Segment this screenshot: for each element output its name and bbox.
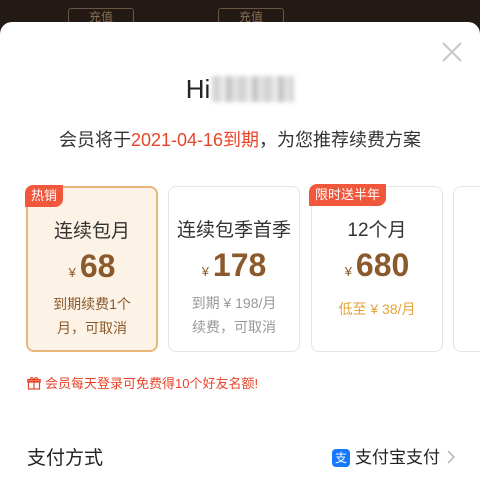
plan-name: 12个月 [347, 220, 407, 241]
plan-price: ¥178 [169, 247, 299, 284]
price-value: 178 [212, 247, 267, 283]
currency-symbol: ¥ [201, 264, 209, 279]
promo-notice: 会员每天登录可免费得10个好友名额! [27, 373, 258, 392]
expiry-date: 2021-04-16到期 [130, 130, 260, 150]
plan-description: 到期续费1个 月，可取消 [38, 292, 146, 340]
desc-line: 到期 ¥ 198/月 [191, 295, 277, 311]
greeting-text: Hi [185, 74, 211, 104]
limited-offer-badge: 限时送半年 [309, 184, 387, 206]
plan-name: 连续包季首季 [176, 220, 291, 241]
price-value: 68 [79, 248, 116, 284]
expiry-suffix: ，为您推荐续费方案 [259, 130, 422, 150]
plan-card-monthly[interactable]: 热销 连续包月 ¥68 到期续费1个 月，可取消 [25, 185, 158, 352]
alipay-icon: 支 [332, 449, 350, 467]
desc-line: 到期续费1个 [53, 296, 131, 312]
chevron-right-icon [447, 450, 456, 464]
plan-card-quarterly[interactable]: 连续包季首季 ¥178 到期 ¥ 198/月 续费，可取消 [168, 186, 300, 352]
plan-name: 连续包月 [53, 221, 130, 242]
payment-method-label: 支付方式 [27, 448, 104, 469]
expiry-prefix: 会员将于 [58, 130, 131, 150]
plan-description: 低至 ¥ 38/月 [322, 297, 432, 321]
hot-badge: 热销 [25, 185, 64, 207]
expiry-notice: 会员将于2021-04-16到期，为您推荐续费方案 [0, 126, 480, 152]
greeting: Hi [0, 74, 480, 105]
desc-line: 月，可取消 [57, 320, 127, 336]
renewal-sheet: Hi 会员将于2021-04-16到期，为您推荐续费方案 热销 连续包月 ¥68… [0, 22, 480, 492]
currency-symbol: ¥ [68, 265, 76, 280]
payment-method-selector[interactable]: 支支付宝支付 [332, 443, 456, 468]
price-value: 680 [355, 247, 410, 283]
plan-card-partial[interactable] [453, 186, 480, 352]
payment-method-value: 支付宝支付 [355, 448, 440, 467]
plan-card-yearly[interactable]: 限时送半年 12个月 ¥680 低至 ¥ 38/月 [309, 184, 443, 352]
currency-symbol: ¥ [344, 264, 352, 279]
blurred-username [212, 76, 295, 102]
desc-line: 低至 ¥ 38/月 [338, 301, 416, 317]
desc-line: 续费，可取消 [192, 319, 276, 335]
promo-text: 会员每天登录可免费得10个好友名额! [45, 376, 259, 391]
plan-description: 到期 ¥ 198/月 续费，可取消 [179, 291, 289, 339]
close-icon[interactable] [440, 40, 464, 64]
plan-price: ¥680 [312, 247, 442, 284]
gift-icon [27, 377, 41, 390]
plan-price: ¥68 [28, 248, 156, 285]
